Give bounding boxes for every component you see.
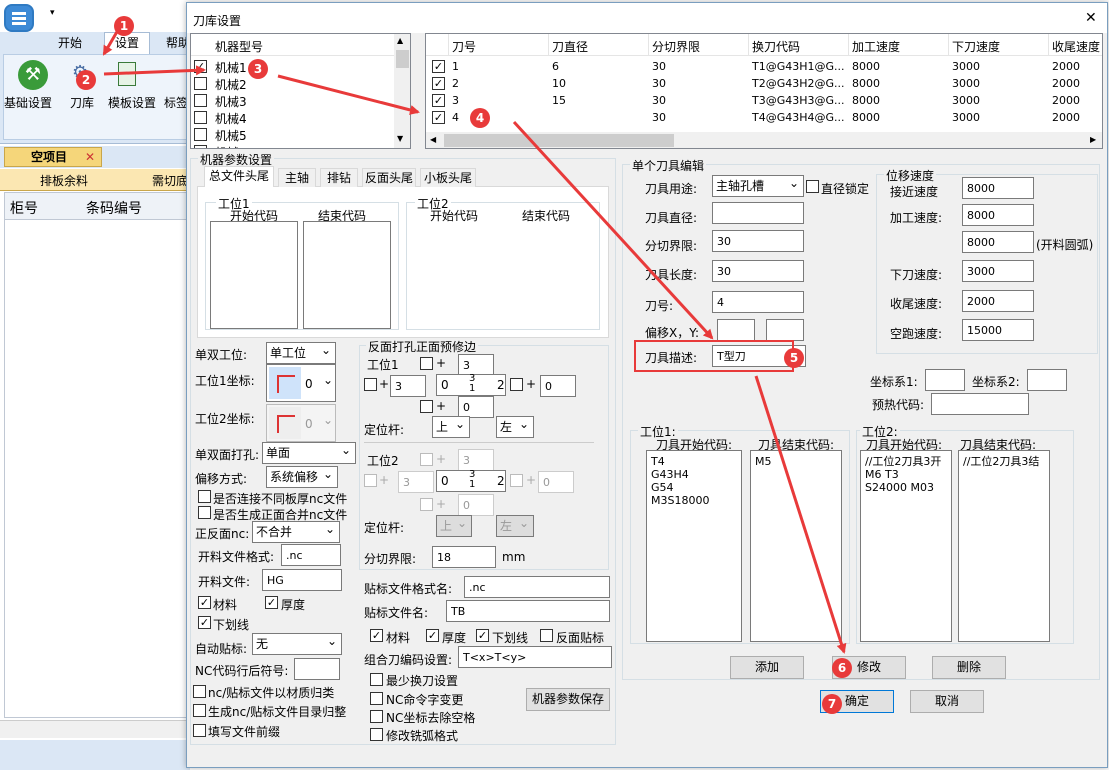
badge-3: 3 — [248, 59, 268, 79]
arrow-machine — [277, 74, 420, 115]
badge-2: 2 — [76, 70, 96, 90]
badge-4: 4 — [470, 108, 490, 128]
badge-5: 5 — [784, 348, 804, 368]
arrow-settings — [102, 29, 120, 56]
param-tab[interactable]: 主轴 — [278, 168, 316, 187]
param-tab[interactable]: 小板头尾 — [420, 168, 476, 187]
param-tab[interactable]: 总文件头尾 — [204, 166, 274, 187]
param-tab[interactable]: 排钻 — [320, 168, 358, 187]
badge-1: 1 — [114, 16, 134, 36]
arrow-modify — [754, 375, 847, 654]
annotation-arrows — [102, 29, 847, 654]
arrow-tool — [512, 120, 714, 340]
arrow-library — [103, 65, 206, 76]
param-tab[interactable]: 反面头尾 — [362, 168, 416, 187]
badge-6: 6 — [832, 658, 852, 678]
badge-7: 7 — [822, 694, 842, 714]
